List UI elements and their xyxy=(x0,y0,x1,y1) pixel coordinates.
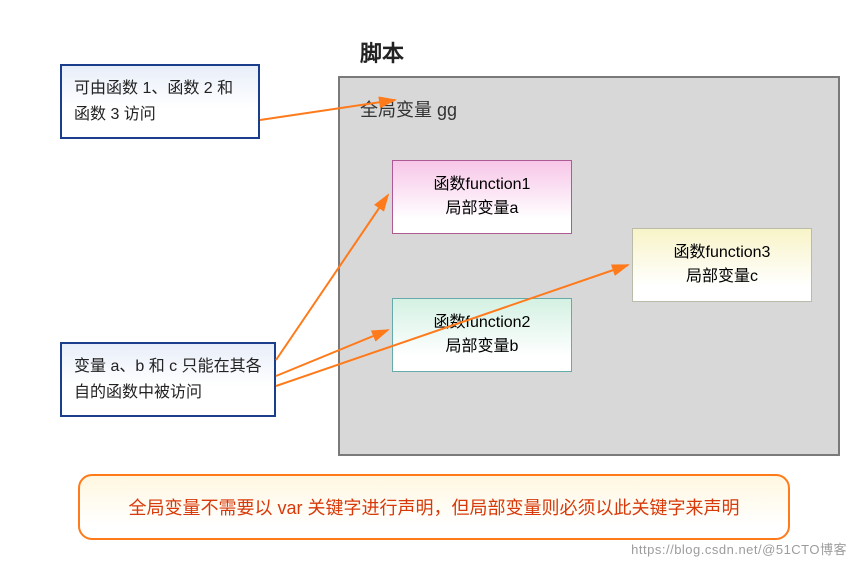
global-variable-label: 全局变量 gg xyxy=(360,96,822,122)
function3-name: 函数function3 xyxy=(647,241,797,265)
script-title: 脚本 xyxy=(360,36,404,68)
function2-var: 局部变量b xyxy=(407,335,557,359)
callout-global-access: 可由函数 1、函数 2 和函数 3 访问 xyxy=(60,64,260,139)
function3-box: 函数function3 局部变量c xyxy=(632,228,812,302)
function2-box: 函数function2 局部变量b xyxy=(392,298,572,372)
note-banner: 全局变量不需要以 var 关键字进行声明，但局部变量则必须以此关键字来声明 xyxy=(78,474,790,540)
function1-name: 函数function1 xyxy=(407,173,557,197)
watermark-text: https://blog.csdn.net/@51CTO博客 xyxy=(631,539,847,558)
function2-name: 函数function2 xyxy=(407,311,557,335)
function1-box: 函数function1 局部变量a xyxy=(392,160,572,234)
function1-var: 局部变量a xyxy=(407,197,557,221)
function3-var: 局部变量c xyxy=(647,265,797,289)
callout-local-access: 变量 a、b 和 c 只能在其各自的函数中被访问 xyxy=(60,342,276,417)
